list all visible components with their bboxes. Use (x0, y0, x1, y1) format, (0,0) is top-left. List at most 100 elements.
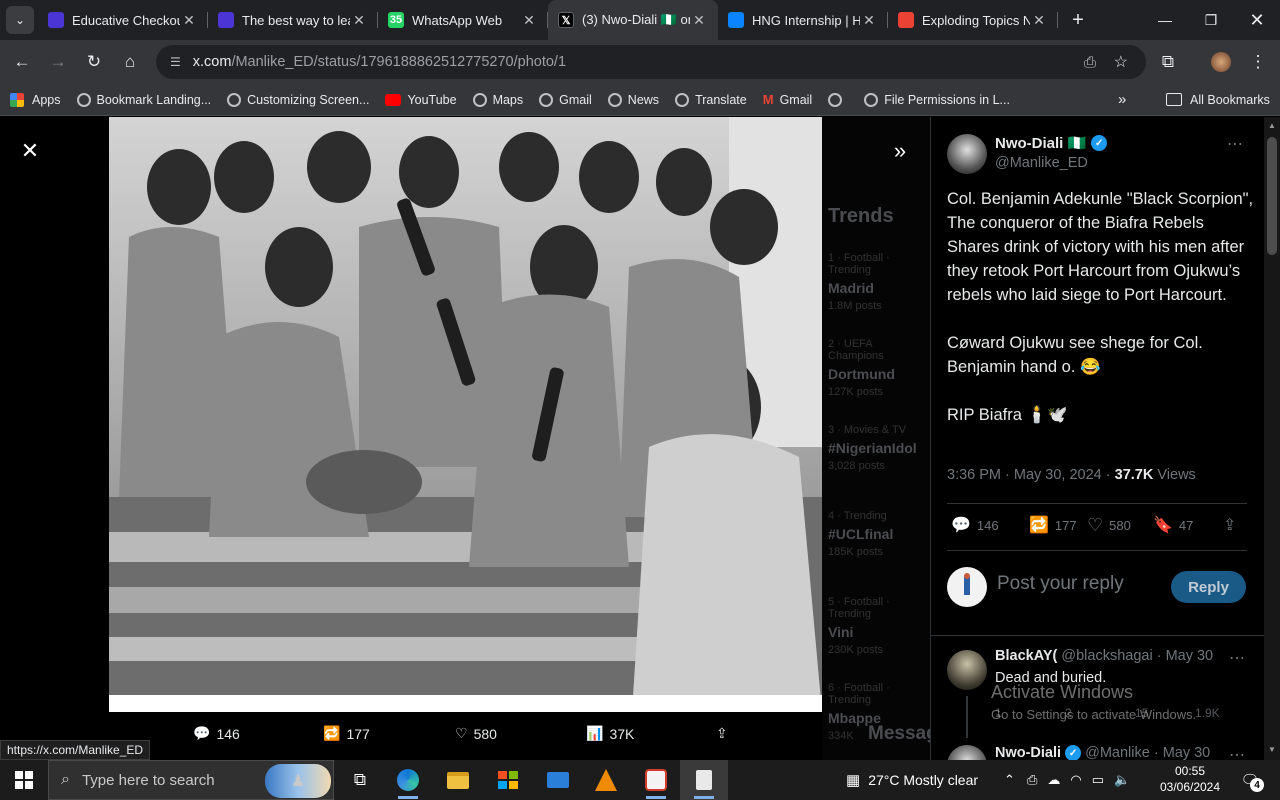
minimize-icon[interactable]: — (1142, 0, 1188, 40)
tab-close-icon[interactable]: ✕ (860, 11, 878, 29)
scroll-up-icon[interactable]: ▲ (1268, 121, 1276, 130)
scroll-down-icon[interactable]: ▼ (1268, 745, 1276, 754)
bookmark-item[interactable]: YouTube (385, 93, 457, 107)
tab-close-icon[interactable]: ✕ (1030, 11, 1048, 29)
tab-close-icon[interactable]: ✕ (520, 11, 538, 29)
battery-icon[interactable]: ▭ (1092, 772, 1104, 788)
show-hidden-icons-icon[interactable]: ⌃ (1004, 772, 1015, 788)
share-action-button[interactable]: ⇪ (1223, 515, 1236, 535)
viewer-share-button[interactable]: ⇪ (716, 725, 728, 742)
bookmark-item[interactable]: News (607, 92, 660, 107)
reply-date[interactable]: · May 30 (1154, 745, 1210, 760)
reply-more-icon[interactable]: ⋯ (1229, 745, 1245, 760)
bookmark-item[interactable]: Bookmark Landing... (76, 92, 211, 107)
reply-date[interactable]: · May 30 (1157, 648, 1213, 664)
bookmark-item[interactable]: Customizing Screen... (227, 92, 369, 107)
back-icon[interactable]: ← (4, 44, 40, 80)
tweet-timestamp[interactable]: 3:36 PM · May 30, 2024 · (947, 467, 1115, 483)
reply-views-count[interactable]: 1.9K (1195, 706, 1220, 720)
store-taskbar-icon[interactable] (484, 760, 532, 800)
bookmark-item[interactable]: Gmail (539, 92, 592, 107)
task-view-icon[interactable]: ⧉ (336, 760, 384, 800)
mail-taskbar-icon[interactable] (534, 760, 582, 800)
browser-tab[interactable]: The best way to learn✕ (208, 0, 378, 40)
notepad-taskbar-icon[interactable] (680, 760, 728, 800)
author-avatar[interactable] (947, 134, 987, 174)
more-bookmarks-icon[interactable]: » (1118, 91, 1126, 108)
close-icon[interactable]: ✕ (14, 135, 46, 167)
start-button[interactable] (0, 760, 48, 800)
viewer-like-button[interactable]: ♡ 580 (455, 725, 497, 742)
like-action-button[interactable]: ♡ 580 (1087, 515, 1131, 536)
volume-icon[interactable]: 🔈 (1114, 772, 1130, 788)
forward-icon[interactable]: → (40, 44, 76, 80)
tab-close-icon[interactable]: ✕ (690, 11, 708, 29)
tab-search-menu-icon[interactable]: ⌄ (6, 6, 34, 34)
restore-icon[interactable]: ❐ (1188, 0, 1234, 40)
home-icon[interactable]: ⌂ (112, 44, 148, 80)
weather-icon[interactable]: ▦ (846, 771, 860, 789)
extensions-icon[interactable]: ⧉ (1150, 44, 1186, 80)
vlc-taskbar-icon[interactable] (582, 760, 630, 800)
tab-close-icon[interactable]: ✕ (180, 11, 198, 29)
reload-icon[interactable]: ↻ (76, 44, 112, 80)
tweet-photo[interactable] (109, 117, 822, 712)
reply-input[interactable]: Post your reply (997, 573, 1124, 595)
bookmark-action-button[interactable]: 🔖 47 (1153, 515, 1193, 535)
browser-menu-icon[interactable]: ⋮ (1240, 44, 1276, 80)
bookmark-star-icon[interactable]: ☆ (1114, 52, 1128, 72)
reply-action-button[interactable]: 💬 146 (951, 515, 999, 535)
reply-item[interactable]: Nwo-Diali ✓ @Manlike · May 30 ⋯ (947, 745, 1247, 760)
bookmark-item[interactable]: M Gmail (763, 92, 813, 107)
cloud-icon[interactable]: ☁ (1047, 772, 1060, 788)
window-close-icon[interactable]: ✕ (1234, 0, 1280, 40)
install-app-icon[interactable]: ⎙ (1084, 54, 1096, 71)
bookmark-item[interactable] (828, 92, 848, 107)
browser-tab[interactable]: HNG Internship | HNG✕ (718, 0, 888, 40)
scrollbar-thumb[interactable] (1267, 137, 1277, 255)
reply-author-handle[interactable]: @Manlike (1085, 745, 1150, 760)
panel-scrollbar[interactable]: ▲ ▼ (1264, 117, 1280, 760)
viewer-like-count: 580 (473, 725, 497, 742)
browser-tab[interactable]: Educative Checkout ✕ (38, 0, 208, 40)
tab-close-icon[interactable]: ✕ (350, 11, 368, 29)
browser-tab[interactable]: 𝕏 (3) Nwo-Diali 🇳🇬 on X✕ (548, 0, 718, 40)
author-name-row[interactable]: Nwo-Diali 🇳🇬 ✓ (995, 134, 1108, 152)
author-name: Nwo-Diali 🇳🇬 (995, 135, 1087, 152)
reply-author-name[interactable]: Nwo-Diali (995, 745, 1061, 760)
reply-more-icon[interactable]: ⋯ (1229, 648, 1245, 668)
all-bookmarks[interactable]: All Bookmarks (1166, 93, 1270, 107)
site-info-icon[interactable]: ☰ (170, 55, 181, 69)
system-clock[interactable]: 00:55 03/06/2024 (1150, 763, 1230, 795)
browser-tab[interactable]: 35 WhatsApp Web ✕ (378, 0, 548, 40)
file-explorer-taskbar-icon[interactable] (434, 760, 482, 800)
new-tab-button[interactable]: + (1064, 6, 1092, 34)
weather-text[interactable]: 27°C Mostly clear (868, 772, 978, 788)
author-handle[interactable]: @Manlike_ED (995, 155, 1088, 171)
bookmark-item[interactable]: Maps (472, 92, 523, 107)
viewer-reply-button[interactable]: 💬 146 (193, 725, 240, 742)
address-bar[interactable]: ☰ x.com/Manlike_ED/status/17961888625127… (156, 45, 1146, 79)
repost-action-button[interactable]: 🔁 177 (1029, 515, 1077, 535)
bookmark-item[interactable]: File Permissions in L... (864, 92, 1010, 107)
reply-avatar[interactable] (947, 745, 987, 760)
reply-author-handle[interactable]: @blackshagai (1061, 648, 1152, 664)
bookmark-item[interactable]: Apps (10, 92, 61, 107)
edge-taskbar-icon[interactable] (384, 760, 432, 800)
bookmark-item[interactable]: Translate (675, 92, 747, 107)
viewer-repost-button[interactable]: 🔁 177 (323, 725, 370, 742)
expand-panel-icon[interactable]: » (884, 135, 916, 167)
profile-avatar[interactable] (1211, 52, 1231, 72)
user-avatar[interactable] (947, 567, 987, 607)
taskbar-search[interactable]: ⌕ Type here to search ♟ (48, 760, 334, 800)
reply-author-name[interactable]: BlackAY( (995, 648, 1057, 664)
chrome-taskbar-icon[interactable] (632, 760, 680, 800)
viewer-views-button[interactable]: 📊 37K (586, 725, 634, 742)
reply-avatar[interactable] (947, 650, 987, 690)
wifi-icon[interactable]: ◠ (1070, 772, 1081, 788)
reply-button[interactable]: Reply (1171, 571, 1246, 603)
device-icon[interactable]: ⎙ (1027, 772, 1037, 788)
browser-tab[interactable]: Exploding Topics Newsletter✕ (888, 0, 1058, 40)
bookmark-label: News (627, 92, 660, 107)
more-options-icon[interactable]: ⋯ (1227, 134, 1243, 154)
